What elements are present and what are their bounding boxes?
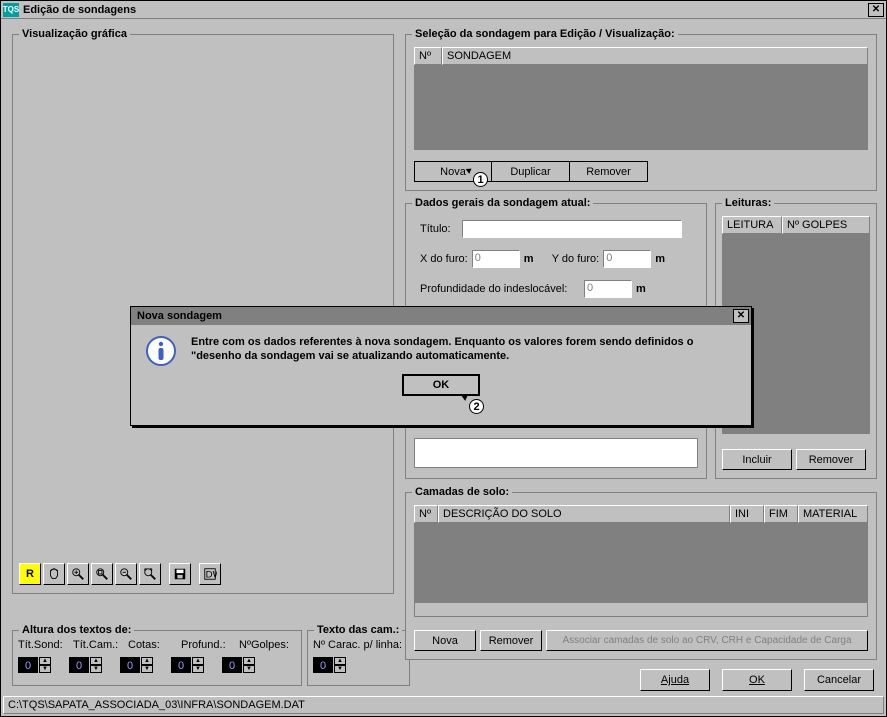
dwg-icon: DWG (203, 567, 217, 581)
viewer-toolbar: R DWG (19, 563, 223, 585)
dialog-titlebar: Nova sondagem ✕ (131, 307, 751, 325)
spinner-cotas[interactable]: 0▲▼ (120, 657, 153, 673)
altura-col-titcam: Tít.Cam.: (73, 639, 118, 651)
main-titlebar: TQS Edição de sondagens ✕ (1, 1, 886, 19)
remover-leitura-button[interactable]: Remover (796, 449, 866, 470)
dialog-title: Nova sondagem (133, 310, 733, 322)
svg-text:DWG: DWG (206, 570, 217, 581)
spinner-ncarac[interactable]: 0▲▼ (313, 657, 346, 673)
camadas-scrollbar[interactable] (414, 603, 868, 617)
spinner-titcam[interactable]: 0▲▼ (69, 657, 102, 673)
textocam-label: Nº Carac. p/ linha: (313, 639, 402, 651)
leituras-table-header: LEITURA Nº GOLPES (722, 216, 870, 234)
spinner-up[interactable]: ▲ (39, 657, 51, 665)
m-unit-3: m (636, 283, 646, 295)
tool-r-button[interactable]: R (19, 563, 41, 585)
close-icon: ✕ (737, 311, 745, 321)
cursor-marker-2: 2 (469, 399, 484, 414)
groupbox-altura-textos: Altura dos textos de: Tít.Sond: Tít.Cam.… (12, 630, 302, 686)
xfuro-field[interactable]: 0 (472, 250, 520, 268)
groupbox-texto-cam: Texto das cam.: Nº Carac. p/ linha: 0▲▼ (307, 630, 410, 686)
groupbox-textocam-legend: Texto das cam.: (314, 624, 402, 636)
groupbox-selecao-legend: Seleção da sondagem para Edição / Visual… (412, 28, 678, 40)
groupbox-altura-legend: Altura dos textos de: (19, 624, 134, 636)
tool-zoom-out-button[interactable] (115, 563, 137, 585)
m-unit-2: m (655, 253, 665, 265)
col-no: Nº (414, 47, 442, 65)
col-cam-desc: DESCRIÇÃO DO SOLO (438, 505, 730, 523)
groupbox-selecao: Seleção da sondagem para Edição / Visual… (405, 34, 877, 191)
tool-zoom-in-button[interactable] (67, 563, 89, 585)
titulo-field[interactable] (462, 220, 682, 238)
info-icon (145, 335, 177, 370)
remover-camada-button[interactable]: Remover (480, 630, 542, 651)
dialog-close-button[interactable]: ✕ (733, 309, 749, 323)
altura-col-profund: Profund.: (181, 639, 226, 651)
camadas-table-header: Nº DESCRIÇÃO DO SOLO INI FIM MATERIAL (414, 505, 868, 523)
tool-save-button[interactable] (169, 563, 191, 585)
altura-col-titsond: Tít.Sond: (18, 639, 63, 651)
col-leitura: LEITURA (722, 216, 782, 234)
associar-camadas-button[interactable]: Associar camadas de solo ao CRV, CRH e C… (546, 630, 868, 651)
altura-col-cotas: Cotas: (128, 639, 160, 651)
spinner-titsond[interactable]: 0▲▼ (18, 657, 51, 673)
nova-camada-button[interactable]: Nova (414, 630, 476, 651)
hand-icon (47, 567, 61, 581)
spinner-profund[interactable]: 0▲▼ (171, 657, 204, 673)
tool-zoom-window-button[interactable] (91, 563, 113, 585)
altura-col-ngolpes: NºGolpes: (239, 639, 289, 651)
dialog-message: Entre com os dados referentes à nova son… (191, 335, 737, 364)
diskette-icon (173, 567, 187, 581)
remover-sondagem-button[interactable]: Remover (570, 161, 648, 182)
groupbox-camadas-legend: Camadas de solo: (412, 486, 512, 498)
col-sondagem: SONDAGEM (442, 47, 868, 65)
status-path: C:\TQS\SAPATA_ASSOCIADA_03\INFRA\SONDAGE… (8, 699, 305, 711)
cancelar-button[interactable]: Cancelar (804, 669, 874, 691)
cursor-marker-1: 1 (473, 172, 488, 187)
col-cam-no: Nº (414, 505, 438, 523)
prof-field[interactable]: 0 (584, 280, 632, 298)
close-button[interactable]: ✕ (868, 3, 884, 17)
main-ok-button[interactable]: OK (722, 669, 792, 691)
zoom-extents-icon (143, 567, 157, 581)
dialog-ok-button[interactable]: OK (402, 374, 480, 396)
col-cam-ini: INI (730, 505, 764, 523)
yfuro-field[interactable]: 0 (603, 250, 651, 268)
selecao-grid-body[interactable] (414, 65, 868, 150)
dados-textarea[interactable] (414, 438, 698, 468)
status-bar: C:\TQS\SAPATA_ASSOCIADA_03\INFRA\SONDAGE… (3, 696, 884, 714)
col-cam-fim: FIM (764, 505, 798, 523)
selecao-table-header: Nº SONDAGEM (414, 47, 868, 65)
tool-dwg-button[interactable]: DWG (199, 563, 221, 585)
spinner-ngolpes[interactable]: 0▲▼ (222, 657, 255, 673)
duplicar-sondagem-button[interactable]: Duplicar (492, 161, 570, 182)
incluir-leitura-button[interactable]: Incluir (722, 449, 792, 470)
groupbox-leituras-legend: Leituras: (722, 197, 774, 209)
groupbox-camadas: Camadas de solo: Nº DESCRIÇÃO DO SOLO IN… (405, 492, 877, 660)
yfuro-label: Y do furo: (552, 253, 600, 265)
spinner-down[interactable]: ▼ (39, 665, 51, 673)
prof-label: Profundidade do indeslocável: (420, 283, 580, 295)
col-ngolpes: Nº GOLPES (782, 216, 870, 234)
window-title: Edição de sondagens (23, 4, 868, 16)
groupbox-dados-legend: Dados gerais da sondagem atual: (412, 197, 593, 209)
zoom-in-icon (71, 567, 85, 581)
xfuro-label: X do furo: (420, 253, 468, 265)
m-unit: m (524, 253, 538, 265)
groupbox-visualizacao-legend: Visualização gráfica (19, 28, 130, 40)
app-logo-icon: TQS (3, 3, 19, 17)
tool-zoom-extents-button[interactable] (139, 563, 161, 585)
col-cam-mat: MATERIAL (798, 505, 868, 523)
camadas-grid-body[interactable] (414, 523, 868, 603)
zoom-out-icon (119, 567, 133, 581)
ajuda-button[interactable]: Ajuda (640, 669, 710, 691)
close-icon: ✕ (872, 5, 880, 15)
titulo-label: Título: (420, 223, 462, 235)
tool-pan-button[interactable] (43, 563, 65, 585)
zoom-window-icon (95, 567, 109, 581)
